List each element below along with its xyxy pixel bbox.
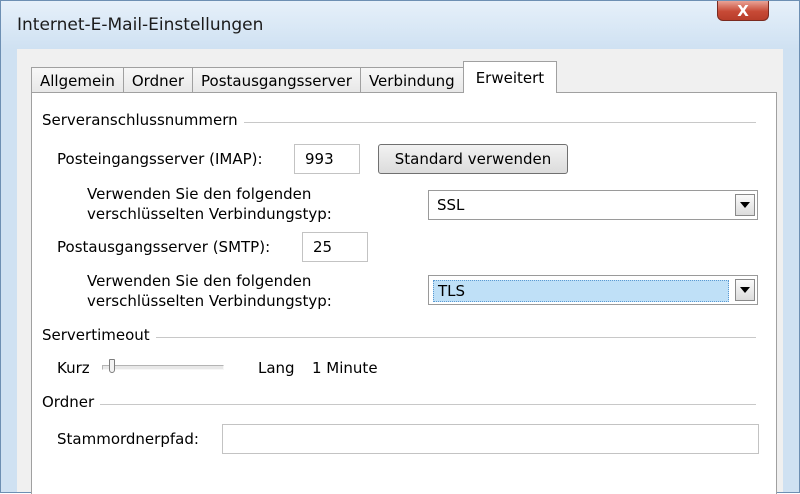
- incoming-encryption-label-line2: verschlüsselten Verbindungstyp:: [87, 205, 332, 223]
- ports-group-title: Serveranschlussnummern: [42, 111, 244, 129]
- timeout-long-label: Lang: [258, 359, 295, 377]
- close-button[interactable]: X: [717, 1, 769, 21]
- title-bar: Internet-E-Mail-Einstellungen X: [1, 1, 799, 49]
- timeout-slider-track[interactable]: [102, 365, 224, 370]
- timeout-value: 1 Minute: [312, 359, 378, 377]
- folders-group-title: Ordner: [42, 393, 101, 411]
- group-divider: [42, 404, 756, 405]
- incoming-port-input[interactable]: 993: [294, 144, 360, 174]
- tab-strip: Allgemein Ordner Postausgangsserver Verb…: [31, 61, 558, 93]
- outgoing-encryption-label-line1: Verwenden Sie den folgenden: [87, 272, 312, 290]
- tab-verbindung[interactable]: Verbindung: [359, 67, 464, 93]
- chevron-down-icon[interactable]: [735, 279, 755, 301]
- incoming-encryption-label-line1: Verwenden Sie den folgenden: [87, 185, 312, 203]
- dialog-window: Internet-E-Mail-Einstellungen X Allgemei…: [0, 0, 800, 494]
- use-default-button[interactable]: Standard verwenden: [378, 144, 568, 174]
- tab-ordner[interactable]: Ordner: [122, 67, 194, 93]
- timeout-group-title: Servertimeout: [42, 326, 156, 344]
- tab-allgemein[interactable]: Allgemein: [31, 67, 124, 93]
- chevron-down-icon[interactable]: [735, 194, 755, 216]
- root-path-label: Stammordnerpfad:: [57, 430, 199, 448]
- incoming-encryption-value: SSL: [437, 196, 465, 214]
- dialog-body: Allgemein Ordner Postausgangsserver Verb…: [17, 49, 783, 494]
- tab-postausgangsserver[interactable]: Postausgangsserver: [192, 67, 361, 93]
- timeout-slider-thumb[interactable]: [108, 359, 115, 373]
- tab-erweitert[interactable]: Erweitert: [462, 61, 558, 93]
- tab-panel-erweitert: Serveranschlussnummern Posteingangsserve…: [31, 92, 777, 494]
- incoming-port-label: Posteingangsserver (IMAP):: [57, 150, 263, 168]
- outgoing-encryption-label-line2: verschlüsselten Verbindungstyp:: [87, 292, 332, 310]
- close-icon: X: [737, 1, 749, 20]
- outgoing-encryption-select[interactable]: TLS: [428, 275, 758, 305]
- incoming-encryption-select[interactable]: SSL: [428, 190, 758, 220]
- timeout-short-label: Kurz: [57, 359, 90, 377]
- root-path-input[interactable]: [222, 424, 759, 454]
- outgoing-encryption-value: TLS: [433, 280, 729, 302]
- outgoing-port-label: Postausgangsserver (SMTP):: [57, 238, 271, 256]
- outgoing-port-input[interactable]: 25: [302, 232, 368, 262]
- window-title: Internet-E-Mail-Einstellungen: [17, 15, 264, 35]
